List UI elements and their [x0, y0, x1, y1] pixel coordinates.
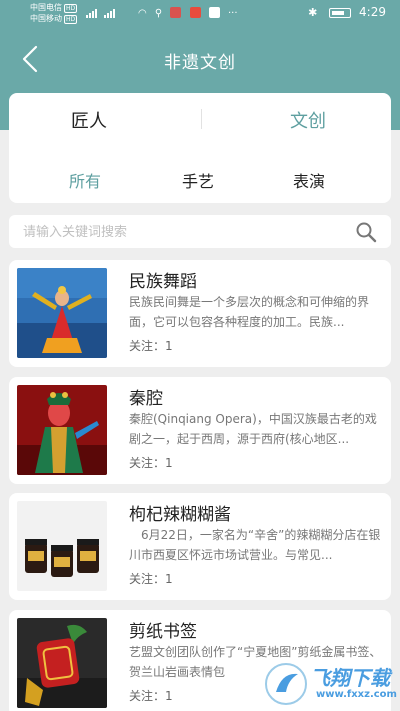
watermark-text: 飞翔下载 [310, 666, 390, 690]
subtab-all[interactable]: 所有 [69, 168, 101, 192]
item-thumbnail-dance [17, 268, 107, 358]
watermark-url: www.fxxz.com [316, 689, 397, 700]
page-title: 非遗文创 [164, 53, 236, 73]
key-icon: ⚲ [154, 7, 163, 19]
hd-badge: HD [64, 15, 78, 24]
signal-icon [104, 8, 116, 18]
subtab-craft[interactable]: 手艺 [182, 168, 214, 192]
item-description: 秦腔(Qinqiang Opera)，中国汉族最古老的戏剧之一，起于西周，源于西… [129, 412, 377, 446]
app-header: 非遗文创 [0, 36, 400, 82]
carrier-info: 中国电信 HD 中国移动 HD [30, 2, 78, 24]
list-item[interactable]: 枸杞辣糊糊酱 6月22日，一家名为“辛舍”的辣糊糊分店在银川市西夏区怀远市场试营… [9, 493, 391, 600]
app-notification-icon [170, 7, 182, 18]
item-title: 剪纸书签 [129, 622, 197, 642]
wifi-icon: ◠ [138, 7, 147, 19]
status-bar: 中国电信 HD 中国移动 HD ◠ ⚲ ··· ✱ 4:29 [0, 0, 400, 26]
status-right: ✱ 4:29 [308, 5, 386, 19]
watermark: 飞翔下载 www.fxxz.com [260, 656, 400, 711]
signal-icon [86, 8, 98, 18]
item-title: 秦腔 [129, 389, 163, 409]
item-title: 枸杞辣糊糊酱 [129, 505, 231, 525]
item-follow-count: 关注：1 [129, 572, 173, 586]
item-follow-count: 关注：1 [129, 689, 173, 703]
list-item[interactable]: 民族舞蹈 民族民间舞是一个多层次的概念和可伸缩的界面，它可以包容各种程度的加工。… [9, 260, 391, 367]
bluetooth-icon: ✱ [308, 6, 318, 19]
battery-icon [329, 7, 352, 18]
hd-badge: HD [64, 4, 78, 13]
carrier-2: 中国移动 [30, 14, 62, 23]
notification-icons: ◠ ⚲ ··· [138, 7, 243, 19]
carrier-1: 中国电信 [30, 3, 62, 12]
item-follow-count: 关注：1 [129, 456, 173, 470]
subtab-performance[interactable]: 表演 [293, 168, 325, 192]
item-thumbnail-papercut [17, 618, 107, 708]
status-time: 4:29 [359, 5, 386, 19]
watermark-logo-icon [265, 663, 307, 705]
search-bar [9, 215, 391, 248]
item-thumbnail-opera [17, 385, 107, 475]
search-input[interactable] [23, 221, 343, 243]
tab-divider [201, 109, 202, 129]
app-notification-icon [208, 7, 220, 18]
more-icon: ··· [228, 7, 238, 19]
search-icon[interactable] [355, 221, 377, 243]
item-follow-count: 关注：1 [129, 339, 173, 353]
item-description: 6月22日，一家名为“辛舍”的辣糊糊分店在银川市西夏区怀远市场试营业。与常见..… [129, 528, 381, 562]
tab-craftsman[interactable]: 匠人 [71, 107, 107, 133]
tab-cultural-creative[interactable]: 文创 [290, 107, 326, 133]
list-item[interactable]: 秦腔 秦腔(Qinqiang Opera)，中国汉族最古老的戏剧之一，起于西周，… [9, 377, 391, 484]
app-notification-icon [189, 7, 201, 18]
item-description: 民族民间舞是一个多层次的概念和可伸缩的界面，它可以包容各种程度的加工。民族... [129, 295, 370, 329]
item-thumbnail-sauce [17, 501, 107, 591]
category-tabs-card: 匠人 文创 所有 手艺 表演 [9, 93, 391, 203]
item-title: 民族舞蹈 [129, 272, 197, 292]
